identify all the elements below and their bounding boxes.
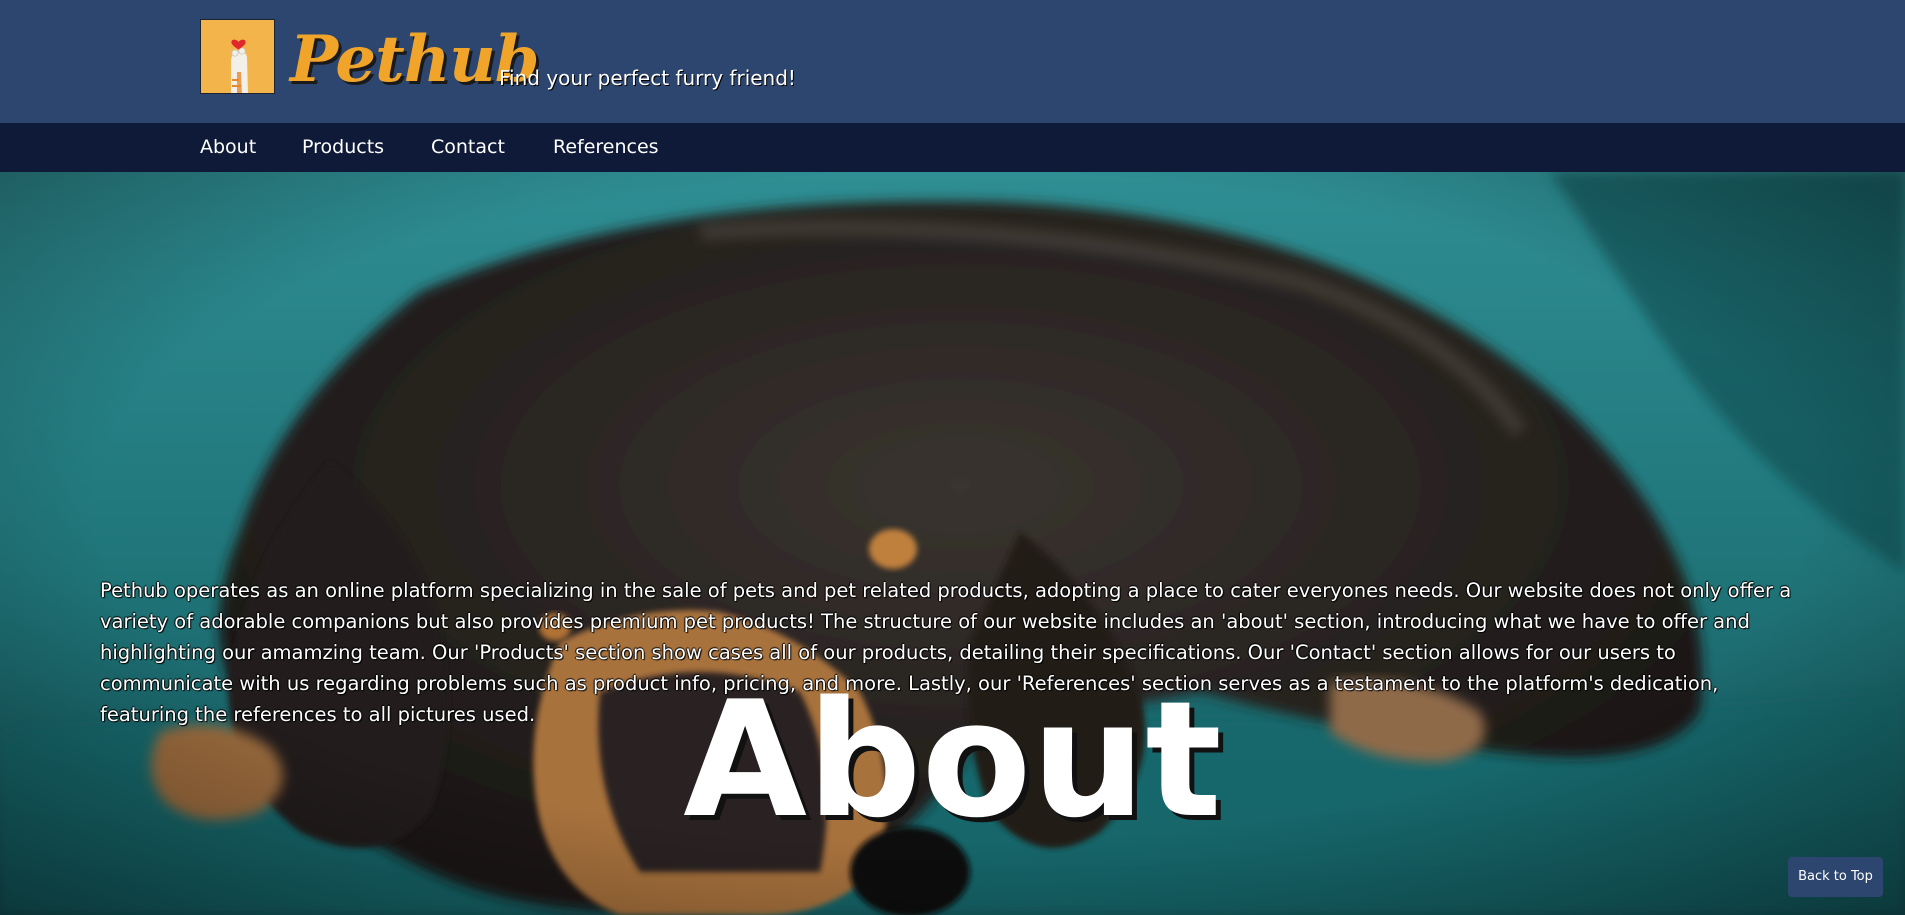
brand-name: Pethub	[290, 22, 539, 97]
nav-link-contact[interactable]: Contact	[431, 123, 505, 172]
nav-link-about[interactable]: About	[200, 123, 256, 172]
about-section: Pethub operates as an online platform sp…	[0, 172, 1905, 915]
main-nav: About Products Contact References	[0, 123, 1905, 172]
nav-link-references[interactable]: References	[553, 123, 659, 172]
tagline: Find your perfect furry friend!	[499, 66, 796, 90]
about-title: About	[683, 666, 1222, 853]
nav-link-products[interactable]: Products	[302, 123, 384, 172]
back-to-top-button[interactable]: Back to Top	[1788, 857, 1883, 897]
cat-paw-heart-logo-icon[interactable]	[200, 19, 275, 94]
site-header: Pethub Find your perfect furry friend!	[0, 0, 1905, 123]
